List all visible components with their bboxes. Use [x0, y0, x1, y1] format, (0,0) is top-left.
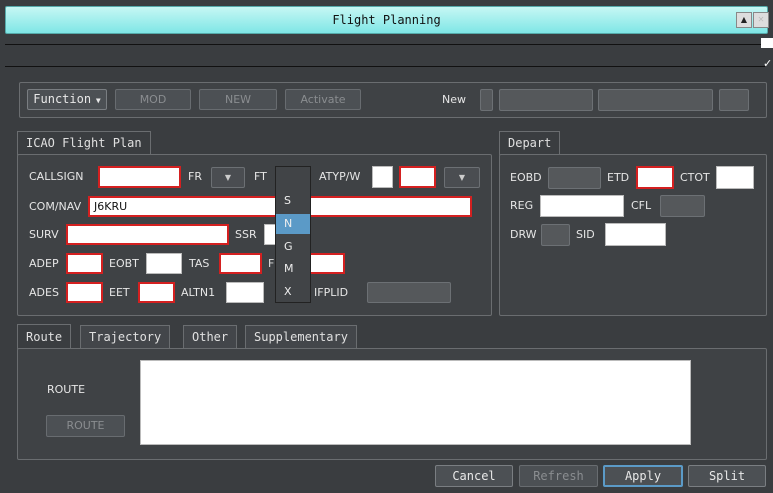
atyp-field[interactable] [399, 166, 436, 188]
eobt-field[interactable] [146, 253, 182, 274]
fr-dropdown[interactable]: ▼ [211, 167, 245, 188]
atyp-label: ATYP/W [319, 170, 361, 183]
route-label: ROUTE [47, 383, 86, 396]
new-button[interactable]: NEW [199, 89, 277, 110]
fl-label: F [268, 257, 275, 270]
ft-option-m[interactable]: M [276, 259, 310, 279]
ifplid-label: IFPLID [314, 286, 349, 299]
separator-line [5, 44, 768, 45]
ft-option-s[interactable]: S [276, 191, 310, 211]
ft-option-g[interactable]: G [276, 237, 310, 257]
close-icon[interactable]: ✕ [753, 12, 769, 28]
ifplid-field[interactable] [367, 282, 451, 303]
ssr-label: SSR [235, 228, 257, 241]
window-title-bar[interactable]: Flight Planning ▲ ✕ [5, 6, 769, 34]
ft-option-x[interactable]: X [276, 282, 310, 302]
altn1-label: ALTN1 [181, 286, 216, 299]
ft-options-popup[interactable]: S N G M X [275, 166, 311, 303]
ctot-label: CTOT [680, 171, 710, 184]
reg-label: REG [510, 199, 534, 212]
etd-field[interactable] [636, 166, 674, 189]
split-button[interactable]: Split [688, 465, 766, 487]
new-label: New [442, 93, 466, 106]
surv-label: SURV [29, 228, 59, 241]
ades-label: ADES [29, 286, 59, 299]
altn1-field[interactable] [226, 282, 264, 303]
apply-button[interactable]: Apply [603, 465, 683, 487]
mod-button[interactable]: MOD [115, 89, 191, 110]
ft-label: FT [254, 170, 267, 183]
depart-group-title: Depart [499, 131, 561, 155]
cancel-button[interactable]: Cancel [435, 465, 513, 487]
scroll-marker [761, 38, 773, 48]
tas-label: TAS [189, 257, 210, 270]
eobd-label: EOBD [510, 171, 542, 184]
fr-label: FR [188, 170, 202, 183]
tab-other[interactable]: Other [183, 325, 238, 348]
tab-trajectory[interactable]: Trajectory [80, 325, 171, 348]
eobd-field[interactable] [548, 167, 601, 189]
window-title: Flight Planning [332, 13, 441, 27]
function-dropdown[interactable]: Function ▼ [27, 89, 107, 110]
check-icon: ✓ [763, 57, 773, 70]
wake-dropdown[interactable]: ▼ [444, 167, 480, 188]
callsign-field[interactable] [98, 166, 181, 188]
function-label: Function [33, 92, 92, 106]
tab-route[interactable]: Route [17, 324, 72, 349]
sid-field[interactable] [605, 223, 666, 246]
drw-label: DRW [510, 228, 537, 241]
ctot-field[interactable] [716, 166, 754, 189]
adep-field[interactable] [66, 253, 103, 274]
eet-field[interactable] [138, 282, 175, 303]
eobt-label: EOBT [109, 257, 139, 270]
ft-option-n[interactable]: N [276, 214, 310, 234]
sid-label: SID [576, 228, 595, 241]
new-field-1[interactable] [480, 89, 493, 111]
adep-label: ADEP [29, 257, 59, 270]
cfl-label: CFL [631, 199, 652, 212]
collapse-arrow-icon[interactable]: ▲ [736, 12, 752, 28]
etd-label: ETD [607, 171, 630, 184]
separator-line [5, 66, 765, 67]
comnav-label: COM/NAV [29, 200, 82, 213]
route-button[interactable]: ROUTE [46, 415, 125, 437]
new-field-2[interactable] [499, 89, 593, 111]
atyp-count-field[interactable] [372, 166, 393, 188]
ades-field[interactable] [66, 282, 103, 303]
tab-supplementary[interactable]: Supplementary [245, 325, 357, 348]
refresh-button[interactable]: Refresh [519, 465, 598, 487]
activate-button[interactable]: Activate [285, 89, 361, 110]
icao-group-title: ICAO Flight Plan [17, 131, 151, 155]
drw-field[interactable] [541, 224, 570, 246]
new-field-4[interactable] [719, 89, 749, 111]
reg-field[interactable] [540, 195, 624, 217]
eet-label: EET [109, 286, 130, 299]
callsign-label: CALLSIGN [29, 170, 84, 183]
cfl-field[interactable] [660, 195, 705, 217]
new-field-3[interactable] [598, 89, 713, 111]
route-textarea[interactable] [140, 360, 691, 445]
tas-field[interactable] [219, 253, 262, 274]
surv-field[interactable] [66, 224, 229, 245]
